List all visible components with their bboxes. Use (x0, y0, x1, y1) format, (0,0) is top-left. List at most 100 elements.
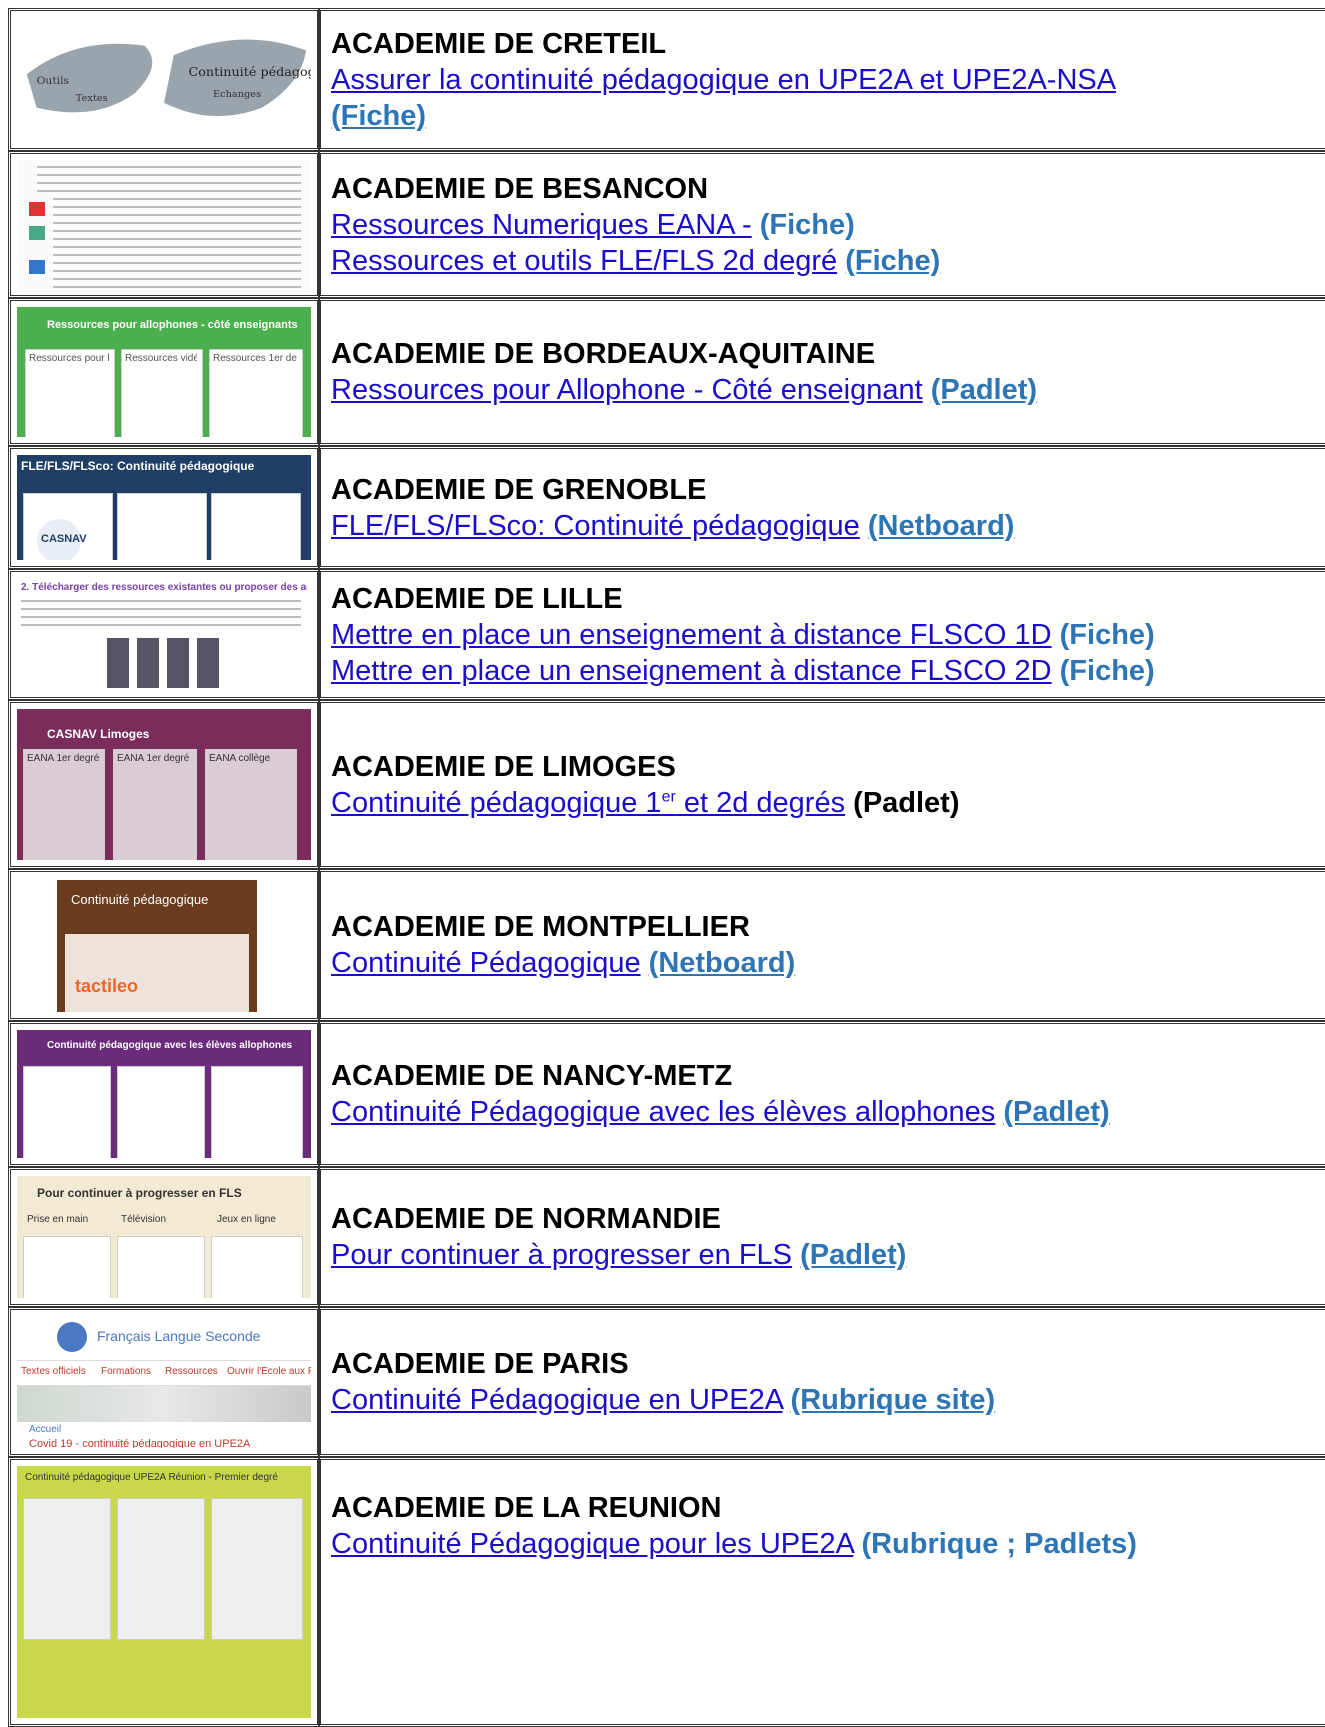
thumbnail-title: Ressources pour allophones - côté enseig… (47, 319, 298, 331)
site-thumbnail: Français Langue Seconde Textes officiels… (17, 1316, 311, 1448)
content-cell: ACADEMIE DE GRENOBLE FLE/FLS/FLSco: Cont… (318, 446, 1325, 569)
table-row: Pour continuer à progresser en FLS Prise… (0, 1167, 1325, 1307)
content-cell: ACADEMIE DE LILLE Mettre en place un ens… (318, 569, 1325, 700)
academy-name: ACADEMIE DE MONTPELLIER (331, 911, 750, 943)
academy-name: ACADEMIE DE PARIS (331, 1348, 629, 1380)
padlet-thumbnail: Pour continuer à progresser en FLS Prise… (17, 1176, 311, 1298)
table-row: Continuité pédagogique UPE2A Réunion - P… (0, 1457, 1325, 1727)
academy-name: ACADEMIE DE NANCY-METZ (331, 1060, 733, 1092)
resource-type-tag[interactable]: (Netboard) (649, 947, 796, 979)
resource-type-tag: (Padlet) (853, 786, 960, 819)
resource-type-tag[interactable]: (Rubrique ; Padlets) (861, 1528, 1137, 1560)
academy-name: ACADEMIE DE NORMANDIE (331, 1203, 721, 1235)
table-row: FLE/FLS/FLSco: Continuité pédagogique CA… (0, 446, 1325, 569)
thumbnail-cell: Continuité pédagogique avec les élèves a… (8, 1021, 320, 1167)
content-cell: ACADEMIE DE MONTPELLIER Continuité Pédag… (318, 869, 1325, 1021)
padlet-thumbnail: Continuité pédagogique avec les élèves a… (17, 1030, 311, 1158)
resource-link[interactable]: Continuité Pédagogique avec les élèves a… (331, 1096, 995, 1128)
thumbnail-cell: Outils Continuité pédagogique Textes Ech… (8, 8, 320, 151)
content-cell: ACADEMIE DE NORMANDIE Pour continuer à p… (318, 1167, 1325, 1307)
resource-type-tag[interactable]: (Fiche) (1060, 655, 1155, 687)
academy-name: ACADEMIE DE LA REUNION (331, 1492, 722, 1524)
resource-type-tag[interactable]: (Netboard) (868, 510, 1015, 542)
resource-type-tag[interactable]: (Fiche) (845, 245, 940, 277)
content-cell: ACADEMIE DE PARIS Continuité Pédagogique… (318, 1307, 1325, 1457)
padlet-thumbnail: CASNAV Limoges EANA 1er degré EANA 1er d… (17, 709, 311, 860)
thumbnail-cell: Continuité pédagogique UPE2A Réunion - P… (8, 1457, 320, 1727)
thumbnail-cell: Pour continuer à progresser en FLS Prise… (8, 1167, 320, 1307)
resource-table-thumbnail (17, 160, 311, 289)
content-cell: ACADEMIE DE BORDEAUX-AQUITAINE Ressource… (318, 298, 1325, 446)
svg-text:Echanges: Echanges (213, 89, 261, 100)
resource-link[interactable]: Continuité pédagogique 1er et 2d degrés (331, 787, 845, 819)
resource-link[interactable]: Pour continuer à progresser en FLS (331, 1239, 792, 1271)
thumbnail-cell: FLE/FLS/FLSco: Continuité pédagogique CA… (8, 446, 320, 569)
table-row: ACADEMIE DE BESANCON Ressources Numeriqu… (0, 151, 1325, 298)
thumbnail-title: Continuité pédagogique avec les élèves a… (47, 1040, 293, 1051)
resource-type-tag[interactable]: (Padlet) (931, 374, 1037, 406)
resource-link[interactable]: Mettre en place un enseignement à distan… (331, 619, 1052, 651)
resource-link[interactable]: Assurer la continuité pédagogique en UPE… (331, 64, 1116, 96)
content-cell: ACADEMIE DE NANCY-METZ Continuité Pédago… (318, 1021, 1325, 1167)
word-cloud-thumbnail: Outils Continuité pédagogique Textes Ech… (17, 17, 311, 142)
content-cell: ACADEMIE DE BESANCON Ressources Numeriqu… (318, 151, 1325, 298)
thumbnail-cell: Français Langue Seconde Textes officiels… (8, 1307, 320, 1457)
resource-link-line: FLE/FLS/FLSco: Continuité pédagogique (N… (331, 508, 1325, 544)
academy-name: ACADEMIE DE LILLE (331, 582, 623, 615)
resource-link[interactable]: Ressources et outils FLE/FLS 2d degré (331, 245, 837, 277)
table-row: Continuité pédagogique avec les élèves a… (0, 1021, 1325, 1167)
resource-link[interactable]: Ressources Numeriques EANA - (331, 209, 752, 241)
academy-name: ACADEMIE DE CRETEIL (331, 27, 667, 60)
thumbnail-cell: 2. Télécharger des ressources existantes… (8, 569, 320, 700)
document-thumbnail: 2. Télécharger des ressources existantes… (17, 578, 311, 691)
resource-link[interactable]: Ressources pour Allophone - Côté enseign… (331, 374, 923, 406)
thumbnail-cell: CASNAV Limoges EANA 1er degré EANA 1er d… (8, 700, 320, 869)
resource-link[interactable]: FLE/FLS/FLSco: Continuité pédagogique (331, 510, 860, 542)
resource-type-tag[interactable]: (Fiche) (331, 100, 426, 132)
site-brand: Français Langue Seconde (97, 1328, 261, 1344)
resource-link[interactable]: Continuité Pédagogique (331, 947, 641, 979)
resource-link-line: Ressources et outils FLE/FLS 2d degré (F… (331, 243, 1325, 279)
resource-tag-line: (Fiche) (331, 98, 1325, 134)
resource-type-tag[interactable]: (Fiche) (760, 209, 855, 241)
content-cell: ACADEMIE DE LA REUNION Continuité Pédago… (318, 1457, 1325, 1727)
academy-name: ACADEMIE DE LIMOGES (331, 750, 676, 783)
thumbnail-title: Continuité pédagogique UPE2A Réunion - P… (25, 1472, 278, 1483)
table-row: Français Langue Seconde Textes officiels… (0, 1307, 1325, 1457)
table-row: Outils Continuité pédagogique Textes Ech… (0, 8, 1325, 151)
site-thumbnail: Continuité pédagogique tactileo (17, 878, 311, 1012)
table-row: CASNAV Limoges EANA 1er degré EANA 1er d… (0, 700, 1325, 869)
thumbnail-cell (8, 151, 320, 298)
thumbnail-title: Pour continuer à progresser en FLS (37, 1186, 242, 1200)
resource-type-tag[interactable]: (Padlet) (1003, 1096, 1109, 1128)
content-cell: ACADEMIE DE LIMOGES Continuité pédagogiq… (318, 700, 1325, 869)
table-row: Ressources pour allophones - côté enseig… (0, 298, 1325, 446)
resource-type-tag[interactable]: (Fiche) (1060, 619, 1155, 651)
svg-text:Continuité pédagogique: Continuité pédagogique (188, 64, 311, 79)
resource-link-line: Ressources pour Allophone - Côté enseign… (331, 372, 1325, 408)
resource-link[interactable]: Continuité Pédagogique pour les UPE2A (331, 1528, 853, 1560)
resource-type-tag[interactable]: (Padlet) (800, 1239, 906, 1271)
resource-link[interactable]: Mettre en place un enseignement à distan… (331, 655, 1052, 687)
thumbnail-title: FLE/FLS/FLSco: Continuité pédagogique (21, 459, 255, 473)
resource-link-line: Continuité Pédagogique en UPE2A (Rubriqu… (331, 1382, 1325, 1418)
padlet-thumbnail: Continuité pédagogique UPE2A Réunion - P… (17, 1466, 311, 1718)
svg-text:Outils: Outils (37, 74, 70, 87)
resource-link-line: Continuité Pédagogique avec les élèves a… (331, 1094, 1325, 1130)
academy-name: ACADEMIE DE BESANCON (331, 172, 709, 205)
netboard-thumbnail: FLE/FLS/FLSco: Continuité pédagogique CA… (17, 455, 311, 560)
resource-link-line: Mettre en place un enseignement à distan… (331, 653, 1325, 689)
tactileo-logo: tactileo (75, 976, 139, 996)
resource-link-line: Mettre en place un enseignement à distan… (331, 617, 1325, 653)
thumbnail-cell: Continuité pédagogique tactileo (8, 869, 320, 1021)
resource-link-line: Ressources Numeriques EANA - (Fiche) (331, 207, 1325, 243)
resource-link[interactable]: Continuité Pédagogique en UPE2A (331, 1384, 782, 1416)
casnav-logo: CASNAV (41, 533, 87, 545)
resource-link-line: Pour continuer à progresser en FLS (Padl… (331, 1237, 1325, 1273)
resource-type-tag[interactable]: (Rubrique site) (791, 1384, 996, 1416)
resource-link-line: Continuité Pédagogique pour les UPE2A (R… (331, 1526, 1325, 1562)
resource-link-line: Assurer la continuité pédagogique en UPE… (331, 62, 1325, 98)
content-cell: ACADEMIE DE CRETEIL Assurer la continuit… (318, 8, 1325, 151)
resource-link-line: Continuité pédagogique 1er et 2d degrés … (331, 785, 1325, 821)
academy-name: ACADEMIE DE GRENOBLE (331, 473, 707, 506)
